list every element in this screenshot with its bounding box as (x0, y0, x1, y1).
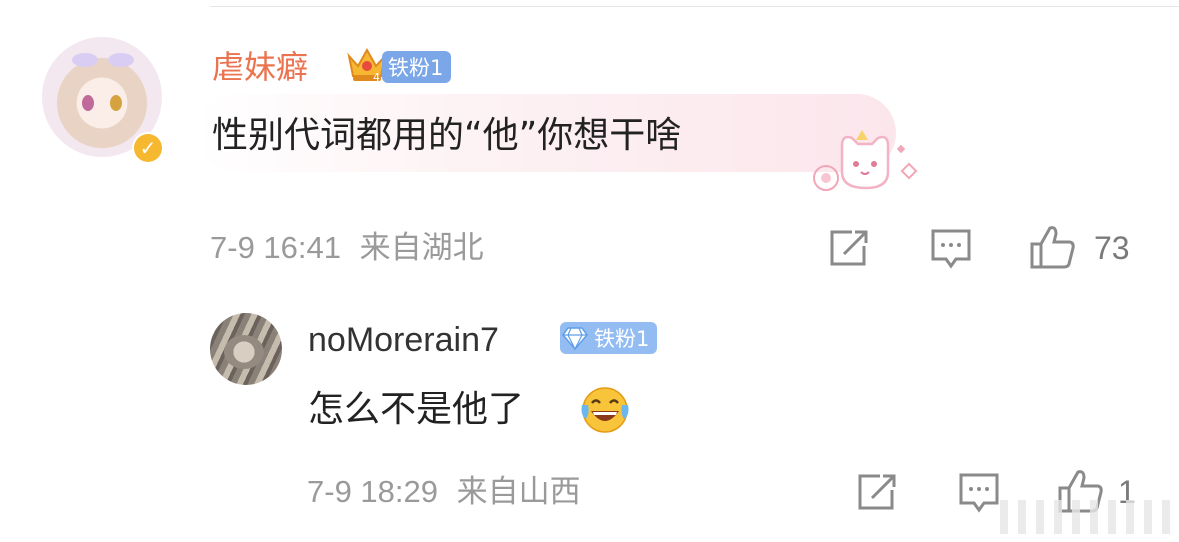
diamond-icon (562, 327, 588, 350)
comment-text[interactable]: 性别代词都用的“他”你想干啥 (212, 112, 681, 160)
comment-location: 来自湖北 (359, 230, 484, 265)
comment-icon[interactable] (930, 228, 972, 270)
reply-timestamp: 7-9 18:29 (307, 474, 438, 509)
reply-meta: 7-9 18:29 来自山西 (307, 472, 581, 512)
reply-avatar[interactable] (210, 313, 282, 385)
cat-avatar-image (224, 335, 264, 369)
fan-badge: 铁粉1 (382, 51, 452, 83)
reply-location: 来自山西 (456, 474, 581, 509)
comment-user-name[interactable]: 虐妹癖 (212, 45, 308, 89)
reply-repost-icon[interactable] (856, 472, 898, 512)
top-divider (210, 6, 1179, 7)
comment-meta: 7-9 16:41 来自湖北 (210, 228, 484, 268)
repost-icon[interactable] (828, 228, 870, 268)
comment-timestamp: 7-9 16:41 (210, 230, 341, 265)
cat-sticker-icon (813, 130, 918, 191)
watermark (1000, 500, 1175, 534)
verified-icon: ✓ (132, 132, 164, 164)
laughing-tears-emoji (581, 387, 629, 433)
reply-user-name[interactable]: noMorerain7 (308, 318, 499, 362)
reply-text[interactable]: 怎么不是他了 (308, 386, 524, 434)
comment-like-count: 73 (1094, 230, 1130, 266)
fan-badge-label: 铁粉1 (388, 56, 444, 80)
reply-comment-icon[interactable] (958, 472, 1000, 514)
svg-text:4: 4 (373, 71, 380, 84)
like-icon[interactable] (1028, 224, 1076, 270)
reply-fan-badge-label: 铁粉1 (594, 327, 650, 351)
comment-avatar[interactable]: ✓ (42, 37, 164, 164)
